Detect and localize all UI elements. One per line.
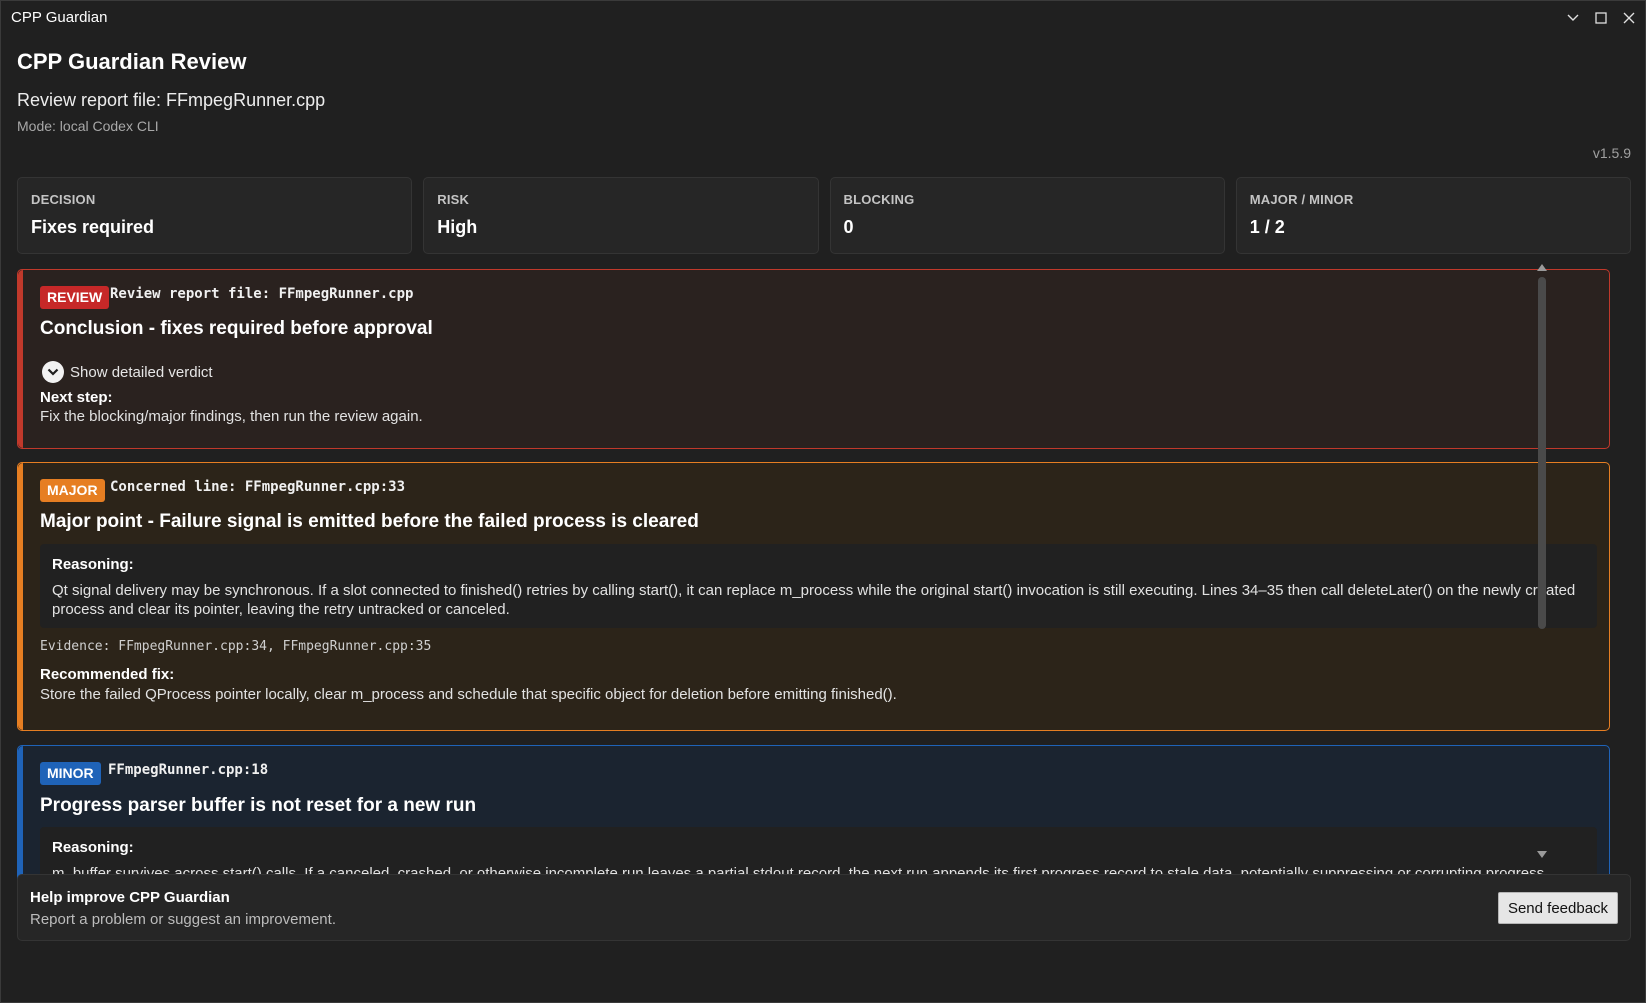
chevron-down-icon [1567, 14, 1579, 21]
summary-label: MAJOR / MINOR [1249, 192, 1354, 207]
summary-value: 0 [843, 217, 854, 237]
finding-heading: FFmpegRunner.cpp:18 [108, 762, 269, 778]
next-step-text: Fix the blocking/major findings, then ru… [40, 408, 423, 425]
reasoning-label: Reasoning: [52, 839, 134, 856]
summary-card-decision: DECISION Fixes required [17, 177, 413, 254]
summary-label: DECISION [31, 192, 96, 207]
feedback-title: Help improve CPP Guardian [30, 889, 230, 906]
close-icon [1623, 12, 1635, 24]
severity-stripe [18, 270, 23, 448]
finding-title: Major point - Failure signal is emitted … [40, 511, 699, 532]
chevron-circle-down-icon [42, 361, 64, 383]
reasoning-label: Reasoning: [52, 556, 134, 573]
minimize-button[interactable] [1558, 5, 1588, 31]
finding-title: Conclusion - fixes required before appro… [40, 318, 433, 339]
reasoning-text: Qt signal delivery may be synchronous. I… [52, 582, 1576, 618]
summary-label: RISK [437, 192, 470, 207]
finding-review: REVIEW Review report file: FFmpegRunner.… [17, 269, 1610, 449]
finding-heading: Review report file: FFmpegRunner.cpp [110, 286, 414, 302]
summary-value: Fixes required [31, 217, 155, 237]
minor-badge: MINOR [40, 762, 101, 785]
version-label: v1.5.9 [1592, 145, 1631, 161]
report-file-subtitle: Review report file: FFmpegRunner.cpp [17, 90, 326, 110]
summary-card-major-minor: MAJOR / MINOR 1 / 2 [1235, 177, 1631, 254]
summary-value: 1 / 2 [1249, 217, 1285, 237]
scrollbar-thumb[interactable] [1538, 277, 1546, 629]
toggle-label: Show detailed verdict [70, 363, 213, 381]
vertical-scrollbar[interactable] [1534, 261, 1550, 861]
title-bar: CPP Guardian [1, 1, 1645, 35]
summary-label: BLOCKING [843, 192, 915, 207]
finding-major: MAJOR Concerned line: FFmpegRunner.cpp:3… [17, 462, 1610, 731]
summary-card-risk: RISK High [423, 177, 819, 254]
maximize-icon [1595, 12, 1607, 24]
window-title: CPP Guardian [11, 9, 108, 26]
evidence-line: Evidence: FFmpegRunner.cpp:34, FFmpegRun… [40, 639, 432, 654]
summary-value: High [437, 217, 478, 237]
recommended-fix-label: Recommended fix: [40, 666, 175, 683]
show-detailed-verdict-toggle[interactable]: Show detailed verdict [42, 361, 213, 383]
next-step-label: Next step: [40, 389, 113, 406]
summary-card-blocking: BLOCKING 0 [829, 177, 1225, 254]
recommended-fix-text: Store the failed QProcess pointer locall… [40, 686, 897, 703]
scroll-down-arrow-icon[interactable] [1537, 851, 1547, 858]
summary-cards: DECISION Fixes required RISK High BLOCKI… [17, 177, 1631, 254]
send-feedback-button[interactable]: Send feedback [1498, 892, 1618, 924]
feedback-panel: Help improve CPP Guardian Report a probl… [17, 874, 1631, 941]
page-title: CPP Guardian Review [17, 49, 247, 74]
scroll-up-arrow-icon[interactable] [1537, 264, 1547, 271]
mode-label: Mode: local Codex CLI [17, 118, 159, 134]
severity-stripe [18, 463, 23, 730]
reasoning-box: Reasoning: Qt signal delivery may be syn… [40, 544, 1597, 628]
app-window: CPP Guardian CPP Guardian Review Review … [0, 0, 1646, 1003]
finding-heading: Concerned line: FFmpegRunner.cpp:33 [110, 479, 406, 495]
review-badge: REVIEW [40, 286, 110, 309]
major-badge: MAJOR [40, 479, 105, 502]
findings-list[interactable]: REVIEW Review report file: FFmpegRunner.… [17, 269, 1631, 906]
finding-title: Progress parser buffer is not reset for … [40, 795, 477, 816]
feedback-subtitle: Report a problem or suggest an improveme… [30, 911, 336, 928]
close-button[interactable] [1614, 5, 1644, 31]
maximize-button[interactable] [1586, 5, 1616, 31]
